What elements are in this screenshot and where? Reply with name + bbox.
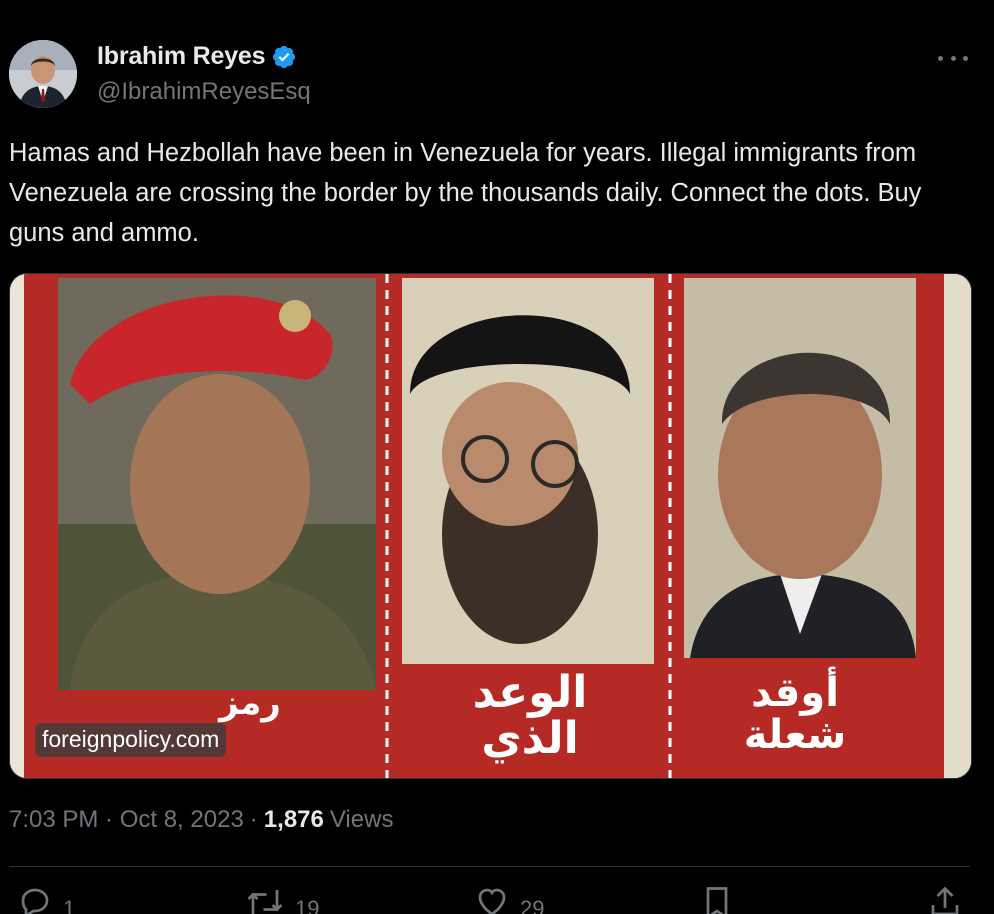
like-count: 29 [520, 896, 545, 914]
reply-button[interactable]: 1 [17, 884, 75, 914]
tweet-text: Hamas and Hezbollah have been in Venezue… [9, 139, 929, 247]
reply-count: 1 [63, 896, 76, 914]
views-count: 1,876 [263, 806, 324, 833]
poster-caption-right-line2: شعلة [743, 712, 847, 758]
reply-icon [21, 888, 49, 914]
more-options-icon[interactable] [938, 48, 968, 68]
tweet-timestamp[interactable]: 7:03 PM · Oct 8, 2023 [9, 806, 244, 834]
poster-caption-middle-line1: الوعد [472, 667, 588, 718]
meta-separator: · [249, 806, 258, 833]
bookmark-icon [706, 887, 728, 914]
poster-caption-right: أوقد شعلة [710, 672, 880, 756]
author-display-name[interactable]: Ibrahim Reyes [97, 42, 266, 71]
author-handle[interactable]: @IbrahimReyesEsq [97, 78, 311, 106]
poster-caption-left: رمز [160, 683, 340, 723]
bookmark-button[interactable] [701, 884, 733, 914]
share-button[interactable] [927, 884, 963, 914]
views-label: Views [329, 806, 394, 833]
share-icon [931, 886, 959, 914]
heart-icon [478, 888, 506, 914]
retweet-button[interactable]: 19 [245, 884, 319, 914]
like-button[interactable]: 29 [474, 884, 544, 914]
tweet-meta: 7:03 PM · Oct 8, 2023 · 1,876 Views [9, 806, 393, 834]
poster-caption-right-line1: أوقد [751, 670, 839, 716]
poster-caption-middle-line2: الذي [481, 713, 579, 765]
media-watermark: foreignpolicy.com [35, 723, 227, 757]
verified-badge-icon[interactable] [271, 44, 297, 70]
author-name-row: Ibrahim Reyes [97, 42, 297, 71]
poster-caption-left-line1: رمز [219, 683, 281, 723]
actions-divider [9, 866, 970, 867]
retweet-icon [247, 890, 283, 914]
avatar-photo [9, 40, 77, 108]
tweet-media-image[interactable]: رمز الوعد الذي أوقد شعلة foreignpolicy.c… [9, 273, 972, 779]
retweet-count: 19 [295, 896, 320, 914]
author-avatar[interactable] [9, 40, 77, 108]
tweet-card: Ibrahim Reyes @IbrahimReyesEsq Hamas and… [0, 0, 994, 914]
tweet-actions-bar: 1 19 29 [9, 884, 970, 914]
poster-caption-middle: الوعد الذي [430, 667, 630, 765]
